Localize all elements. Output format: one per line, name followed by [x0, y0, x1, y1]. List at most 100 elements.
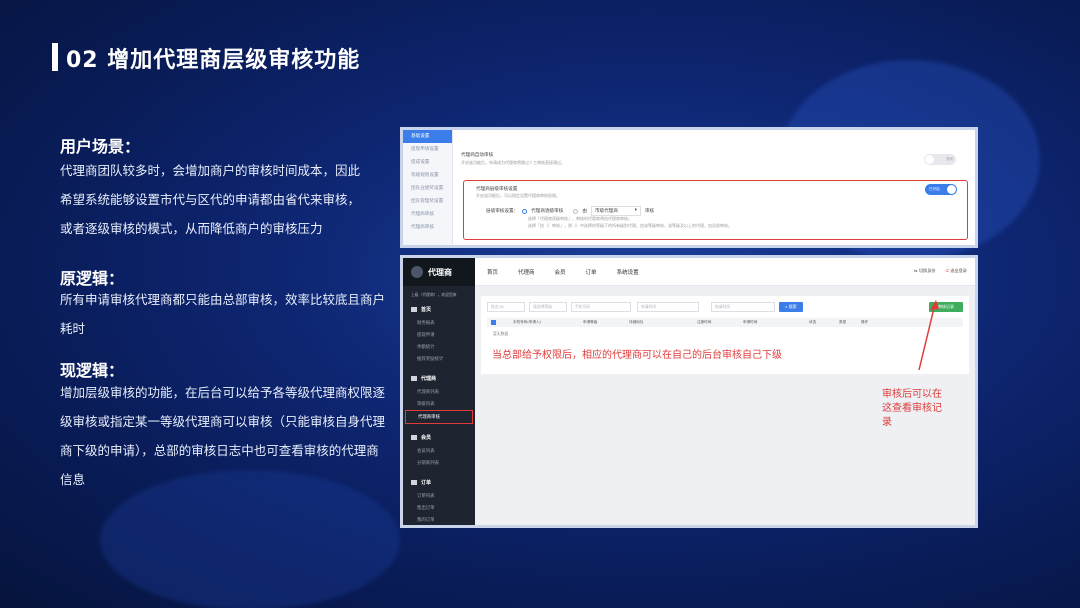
menu-group-label: 代理商 — [421, 376, 437, 382]
menu-group-agent[interactable]: 代理商 — [403, 371, 475, 386]
nav-member[interactable]: 会员 — [555, 268, 566, 276]
annotation-side-line: 录 — [882, 417, 892, 428]
sidebar-item[interactable]: 等级规则设置 — [403, 169, 452, 182]
switch-icon: ⇆ — [913, 268, 918, 273]
toggle-knob — [947, 185, 956, 194]
settings-sidebar: 基础设置 提现申请设置 提成设置 等级规则设置 团队业绩奖设置 团队管理奖设置 … — [403, 130, 453, 245]
col-phone: 手机号码(申请人) — [513, 320, 541, 324]
col-register: 注册时间 — [697, 320, 712, 324]
level-select[interactable]: 市级代理商 ▾ — [590, 206, 641, 216]
hierarchy-toggle[interactable]: 已开启 — [925, 184, 957, 195]
menu-item[interactable]: 财务报表 — [403, 317, 475, 329]
filter-date-end[interactable]: 申请时间 — [711, 302, 775, 312]
filter-date-start[interactable]: 申请时间 — [637, 302, 699, 312]
annotation-side-line: 审核后可以在 — [882, 389, 942, 400]
agent-icon — [411, 376, 417, 381]
nav-agent[interactable]: 代理商 — [518, 268, 535, 276]
nav-home[interactable]: 首页 — [487, 268, 498, 276]
menu-group-label: 首页 — [421, 307, 432, 313]
menu-item[interactable]: 订单列表 — [403, 490, 475, 502]
annotation-arrow — [918, 300, 939, 371]
hierarchy-note-2: 选择「由（）审核」，则（）中选择的等级下的所有级别代理，由该等级审核，该等级及以… — [528, 223, 732, 228]
filter-phone-input[interactable]: 手机号码 — [571, 302, 631, 312]
logout-link[interactable]: ⏻ 退出登录 — [946, 268, 967, 274]
col-action: 操作 — [861, 320, 869, 324]
title-accent-bar — [52, 43, 58, 71]
sidebar-item[interactable]: 提现申请设置 — [403, 143, 452, 156]
hierarchy-review-box: 代理商层级审核设置 开启该功能后，可以指定设置代理商审核权限。 已开启 层级审核… — [463, 180, 968, 240]
sidebar-item[interactable]: 代理商审核 — [403, 221, 452, 234]
new-logic-line: 增加层级审核的功能，在后台可以给予各等级代理商权限逐 — [60, 385, 386, 400]
col-level: 申请等级 — [583, 320, 598, 324]
review-list-card: 姓名/ID 请选择等级 手机号码 申请时间 申请时间 ⌕ 搜索 审核记录 手机号… — [481, 296, 969, 374]
nav-settings[interactable]: 系统设置 — [617, 268, 639, 276]
toggle-label: 关闭 — [945, 157, 953, 161]
sidebar-item[interactable]: 团队管理奖设置 — [403, 195, 452, 208]
menu-group-label: 订单 — [421, 480, 432, 486]
col-apply-time: 申请时间 — [743, 320, 758, 324]
auto-review-toggle[interactable]: 关闭 — [924, 154, 956, 165]
select-all-checkbox[interactable] — [491, 320, 496, 325]
top-right-actions: ⇆ 切换身份 ⏻ 退出登录 — [914, 268, 967, 274]
menu-group-label: 会员 — [421, 435, 432, 441]
admin-sidebar: 代理商 上级（代理商），欢迎您来 首页 财务报表 提现申请 余额统计 推荐奖励统… — [403, 258, 475, 525]
scenario-line: 或者逐级审核的模式，从而降低商户的审核压力 — [60, 221, 323, 236]
hierarchy-desc: 开启该功能后，可以指定设置代理商审核权限。 — [476, 193, 560, 198]
filter-level-select[interactable]: 请选择等级 — [529, 302, 567, 312]
menu-item-agent-review[interactable]: 代理商审核 — [405, 410, 473, 424]
menu-item[interactable]: 等级列表 — [403, 398, 475, 410]
col-address: 详细地址 — [629, 320, 644, 324]
auto-review-title: 代理商自动审核 — [461, 153, 494, 158]
auto-review-row: 代理商自动审核 开启该功能后，申请成为代理商将跳过人工审核直接通过。 关闭 — [461, 152, 966, 174]
col-type: 类型 — [839, 320, 847, 324]
sidebar-item[interactable]: 代理商审核 — [403, 208, 452, 221]
radio-selected[interactable] — [522, 208, 528, 214]
sidebar-item[interactable]: 提成设置 — [403, 156, 452, 169]
new-logic-line: 信息 — [60, 472, 86, 487]
hierarchy-options: 层级审核设置： 代理商逐级审核 由 市级代理商 ▾ 审核 — [486, 206, 654, 216]
level-select-value: 市级代理商 — [594, 209, 618, 214]
radio-unselected[interactable] — [573, 208, 579, 214]
home-icon — [411, 307, 417, 312]
auto-review-desc: 开启该功能后，申请成为代理商将跳过人工审核直接通过。 — [461, 160, 565, 165]
annotation-side-line: 这查看审核记 — [882, 403, 942, 414]
old-logic-text: 所有申请审核代理商都只能由总部审核，效率比较底且商户 耗时 — [60, 285, 390, 343]
list-icon — [411, 435, 417, 440]
new-logic-text: 增加层级审核的功能，在后台可以给予各等级代理商权限逐 级审核或指定某一等级代理商… — [60, 378, 390, 494]
toggle-knob — [925, 155, 934, 164]
filter-name-input[interactable]: 姓名/ID — [487, 302, 525, 312]
sidebar-item[interactable]: 团队业绩奖设置 — [403, 182, 452, 195]
scenario-text: 代理商团队较多时，会增加商户的审核时间成本，因此 希望系统能够设置市代与区代的申… — [60, 156, 390, 243]
logo-icon — [411, 266, 423, 278]
menu-group-order[interactable]: 订单 — [403, 475, 475, 490]
new-logic-line: 级审核或指定某一等级代理商可以审核（只能审核自身代理 — [60, 414, 386, 429]
empty-state: 暂无数据 — [493, 331, 509, 336]
switch-identity-link[interactable]: ⇆ 切换身份 — [914, 268, 936, 274]
logo-text: 代理商 — [428, 267, 452, 277]
menu-item[interactable]: 余额统计 — [403, 341, 475, 353]
admin-top-nav: 首页 代理商 会员 订单 系统设置 ⇆ 切换身份 ⏻ 退出登录 — [475, 258, 975, 286]
old-logic-line: 所有申请审核代理商都只能由总部审核，效率比较底且商户 — [60, 292, 386, 307]
nav-order[interactable]: 订单 — [586, 268, 597, 276]
menu-item[interactable]: 会员列表 — [403, 445, 475, 457]
menu-group-member[interactable]: 会员 — [403, 430, 475, 445]
menu-group-home[interactable]: 首页 — [403, 302, 475, 317]
order-icon — [411, 480, 417, 485]
menu-item[interactable]: 售出订单 — [403, 502, 475, 514]
chevron-down-icon: ▾ — [634, 208, 637, 213]
hierarchy-label: 层级审核设置： — [486, 209, 519, 214]
search-label: 搜索 — [788, 304, 797, 309]
table-header: 手机号码(申请人) 申请等级 详细地址 注册时间 申请时间 状态 类型 操作 — [487, 318, 963, 327]
annotation-main: 当总部给予权限后，相应的代理商可以在自己的后台审核自己下级 — [492, 350, 782, 361]
new-logic-line: 商下级的申请），总部的审核日志中也可查看审核的代理商 — [60, 443, 379, 458]
menu-item[interactable]: 分销商列表 — [403, 457, 475, 469]
hierarchy-title: 代理商层级审核设置 — [476, 187, 518, 192]
radio-label-stepwise: 代理商逐级审核 — [531, 209, 564, 214]
search-button[interactable]: ⌕ 搜索 — [779, 302, 803, 312]
menu-item[interactable]: 我的订单 — [403, 514, 475, 525]
toggle-label: 已开启 — [929, 187, 940, 191]
menu-item[interactable]: 提现申请 — [403, 329, 475, 341]
menu-item[interactable]: 代理商列表 — [403, 386, 475, 398]
menu-item[interactable]: 推荐奖励统计 — [403, 353, 475, 365]
sidebar-item-basic[interactable]: 基础设置 — [403, 130, 452, 143]
